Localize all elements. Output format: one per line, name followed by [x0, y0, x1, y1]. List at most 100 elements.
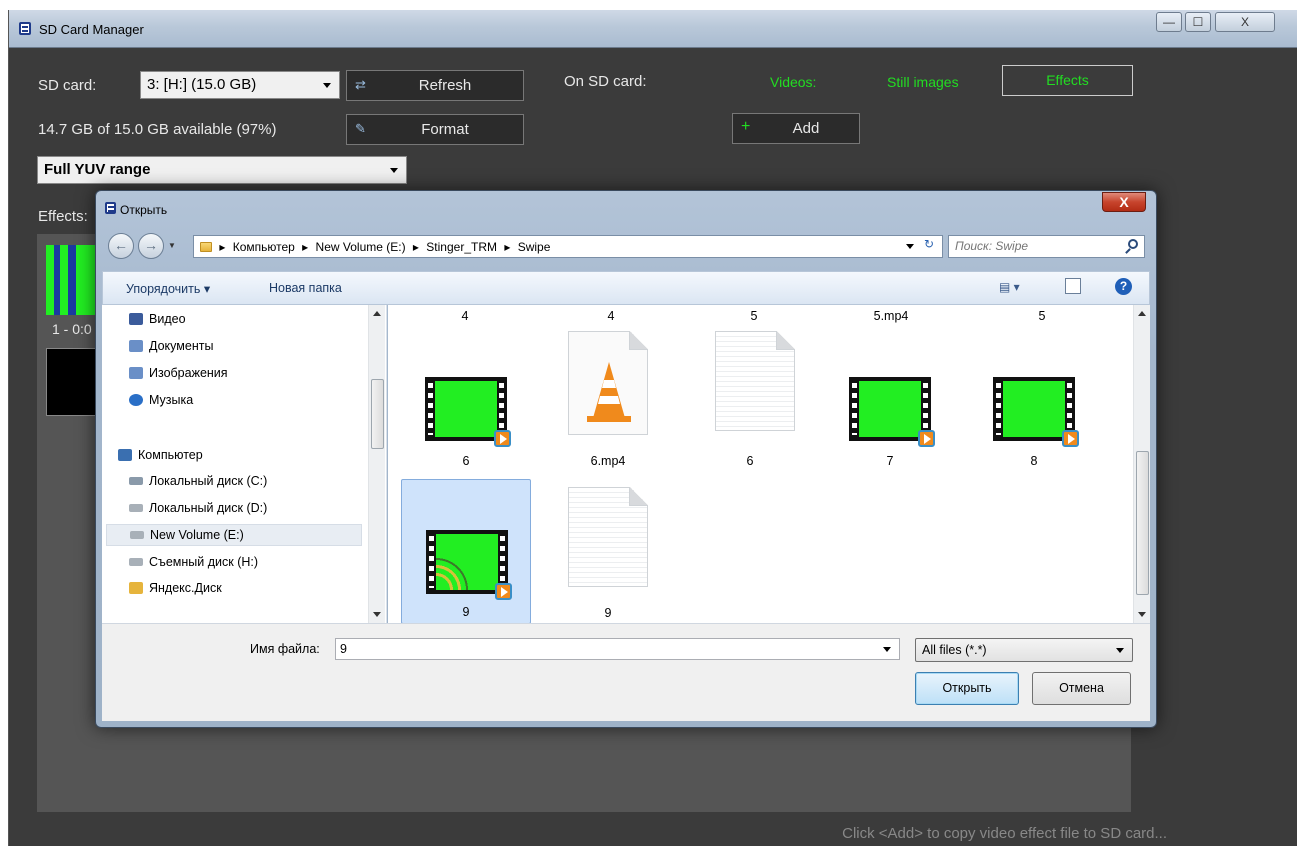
nav-item-removable-h[interactable]: Съемный диск (H:) — [127, 552, 258, 574]
nav-item-disk-d[interactable]: Локальный диск (D:) — [127, 498, 267, 520]
open-button[interactable]: Открыть — [915, 672, 1019, 705]
chevron-down-icon — [323, 83, 331, 88]
sd-card-select[interactable]: 3: [H:] (15.0 GB) — [140, 71, 340, 99]
search-input[interactable] — [955, 239, 1115, 253]
nav-scrollbar[interactable] — [368, 305, 385, 623]
dialog-toolbar: Упорядочить ▾ Новая папка ▤ ▾ ? — [102, 271, 1150, 305]
chevron-down-icon[interactable] — [883, 647, 891, 652]
search-icon[interactable] — [1128, 239, 1138, 249]
scrollbar-thumb[interactable] — [1136, 451, 1149, 595]
file-label-partial[interactable]: 5 — [724, 309, 784, 323]
forward-button[interactable]: → — [138, 233, 164, 259]
nav-item-music[interactable]: Музыка — [127, 390, 193, 412]
on-sd-card-label: On SD card: — [564, 73, 647, 90]
refresh-icon[interactable]: ↻ — [918, 237, 940, 256]
add-button[interactable]: + Add — [732, 113, 860, 144]
file-item[interactable]: 6 — [401, 327, 531, 472]
video-file-icon — [849, 377, 935, 447]
status-text: Click <Add> to copy video effect file to… — [842, 825, 1167, 842]
help-icon[interactable]: ? — [1115, 278, 1132, 295]
yuv-range-select[interactable]: Full YUV range — [37, 156, 407, 184]
nav-item-label: Локальный диск (D:) — [149, 501, 268, 515]
file-item[interactable]: 9 — [543, 479, 673, 623]
file-label-partial[interactable]: 5 — [1012, 309, 1072, 323]
sd-card-icon — [19, 22, 31, 35]
play-badge-icon — [1062, 430, 1079, 447]
minimize-button[interactable]: — — [1156, 12, 1182, 32]
document-file-icon — [715, 331, 795, 431]
file-item-selected[interactable]: 9 — [401, 479, 531, 623]
vlc-cone-icon — [587, 362, 631, 422]
nav-item-drive-e[interactable]: New Volume (E:) — [106, 524, 362, 546]
file-label-partial[interactable]: 4 — [581, 309, 641, 323]
video-file-icon — [426, 530, 512, 600]
file-label-partial[interactable]: 4 — [435, 309, 495, 323]
scroll-down-icon[interactable] — [373, 612, 381, 617]
organize-button[interactable]: Упорядочить ▾ — [126, 281, 210, 296]
nav-item-label: Съемный диск (H:) — [149, 555, 259, 569]
tab-still-images[interactable]: Still images — [887, 74, 959, 90]
new-folder-button[interactable]: Новая папка — [269, 281, 342, 295]
nav-item-label: Музыка — [149, 393, 194, 407]
file-item[interactable]: 6 — [685, 327, 815, 472]
address-bar[interactable]: ▸ Компьютер ▸ New Volume (E:) ▸ Stinger_… — [193, 235, 943, 258]
scroll-up-icon[interactable] — [1138, 311, 1146, 316]
nav-item-disk-c[interactable]: Локальный диск (C:) — [127, 471, 267, 493]
nav-item-documents[interactable]: Документы — [127, 336, 213, 358]
video-library-icon — [129, 313, 143, 325]
nav-item-yandex-disk[interactable]: Яндекс.Диск — [127, 578, 222, 600]
chevron-down-icon[interactable] — [906, 244, 914, 249]
tab-effects[interactable]: Effects — [1002, 65, 1133, 96]
file-list: 4 4 5 5.mp4 5 6 6.mp4 6 7 8 9 9 — [388, 305, 1150, 623]
vlc-file-icon — [568, 331, 648, 435]
scrollbar-thumb[interactable] — [371, 379, 384, 449]
close-button[interactable]: X — [1215, 12, 1275, 32]
refresh-label: Refresh — [418, 77, 472, 94]
back-button[interactable]: ← — [108, 233, 134, 259]
breadcrumb-item[interactable]: Stinger_TRM — [426, 240, 497, 254]
folder-icon — [200, 242, 212, 252]
scroll-down-icon[interactable] — [1138, 612, 1146, 617]
breadcrumb-item[interactable]: Swipe — [518, 240, 551, 254]
nav-item-label: Документы — [149, 339, 214, 353]
cancel-button[interactable]: Отмена — [1032, 672, 1131, 705]
preview-pane-icon[interactable] — [1065, 278, 1081, 294]
tab-videos[interactable]: Videos: — [770, 74, 816, 90]
search-box[interactable] — [948, 235, 1145, 258]
video-file-icon — [993, 377, 1079, 447]
refresh-button[interactable]: ⇄ Refresh — [346, 70, 524, 101]
file-name: 6 — [746, 454, 754, 468]
nav-item-label: Изображения — [149, 366, 228, 380]
filename-value: 9 — [340, 642, 347, 656]
nav-item-label: Локальный диск (C:) — [149, 474, 268, 488]
nav-item-computer[interactable]: Компьютер — [116, 445, 203, 467]
file-label-partial[interactable]: 5.mp4 — [861, 309, 921, 323]
file-name: 9 — [462, 605, 470, 619]
recent-pages-icon[interactable]: ▼ — [168, 241, 176, 250]
sd-card-value: 3: [H:] (15.0 GB) — [147, 76, 257, 93]
nav-item-pictures[interactable]: Изображения — [127, 363, 228, 385]
file-item[interactable]: 7 — [825, 327, 955, 472]
yandex-disk-folder-icon — [129, 582, 143, 594]
format-button[interactable]: ✎ Format — [346, 114, 524, 145]
pictures-library-icon — [129, 367, 143, 379]
filename-label: Имя файла: — [250, 642, 320, 656]
file-type-filter[interactable]: All files (*.*) — [915, 638, 1133, 662]
file-item[interactable]: 6.mp4 — [543, 327, 673, 472]
music-library-icon — [129, 394, 143, 406]
view-options-icon[interactable]: ▤ ▾ — [999, 280, 1020, 294]
local-disk-c-icon — [129, 477, 143, 485]
nav-item-videos[interactable]: Видео — [127, 309, 186, 331]
documents-library-icon — [129, 340, 143, 352]
breadcrumb-item[interactable]: New Volume (E:) — [316, 240, 406, 254]
breadcrumb-item[interactable]: Компьютер — [233, 240, 295, 254]
scroll-up-icon[interactable] — [373, 311, 381, 316]
maximize-button[interactable]: ☐ — [1185, 12, 1211, 32]
file-list-scrollbar[interactable] — [1133, 305, 1150, 623]
nav-item-label: Яндекс.Диск — [149, 581, 222, 595]
filename-input[interactable]: 9 — [335, 638, 900, 660]
dialog-title: Открыть — [120, 203, 168, 217]
dialog-close-button[interactable]: X — [1102, 192, 1146, 212]
available-space-text: 14.7 GB of 15.0 GB available (97%) — [38, 121, 277, 138]
file-item[interactable]: 8 — [969, 327, 1099, 472]
